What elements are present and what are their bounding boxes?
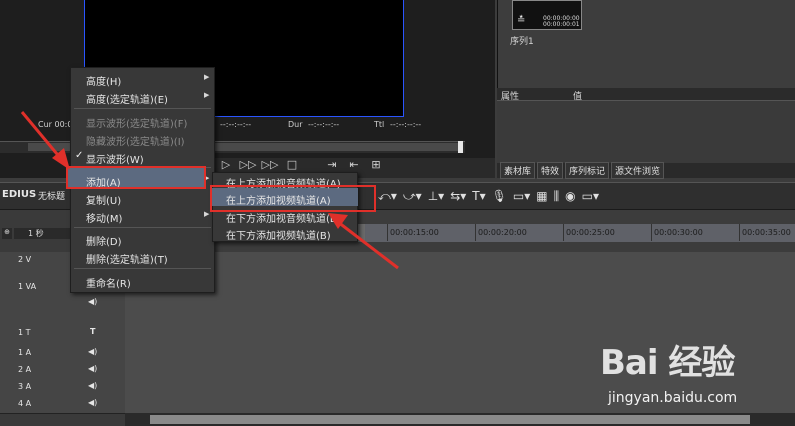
watermark-url: jingyan.baidu.com bbox=[608, 390, 738, 406]
arrow-to-add-menu bbox=[20, 111, 70, 170]
arrow-to-submenu bbox=[328, 213, 399, 270]
watermark-brand: Bai 经验 bbox=[600, 343, 735, 383]
